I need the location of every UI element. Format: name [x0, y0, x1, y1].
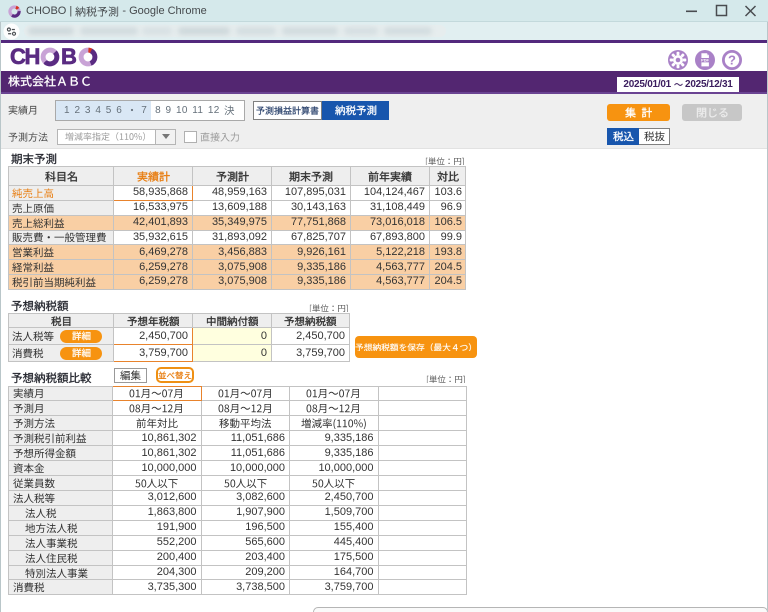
svg-text:?: ? [728, 53, 736, 68]
svg-text:PDF: PDF [701, 58, 709, 63]
